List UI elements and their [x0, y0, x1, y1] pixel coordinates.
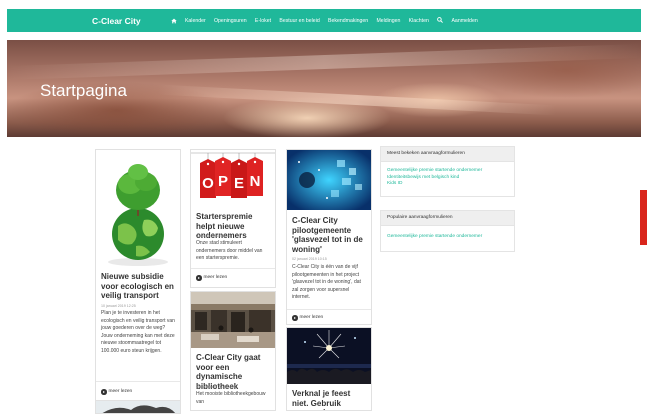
card-description: Onze stad stimuleert ondernemers door mi…	[196, 240, 263, 262]
read-more-link[interactable]: meer lezen	[196, 275, 227, 281]
card-date: 02 januari 2019 10:15	[292, 257, 327, 261]
nav-item-bekendmakingen[interactable]: Bekendmakingen	[328, 18, 368, 24]
card-description: Plan je te investeren in het ecologisch …	[101, 310, 175, 354]
panel-heading: Populaire aanvraagformulieren	[381, 211, 514, 226]
most-viewed-forms-panel: Meest bekeken aanvraagformulieren Gemeen…	[380, 146, 515, 197]
news-card[interactable]: O P E N Starterspremie helpt nieuwe onde…	[190, 149, 276, 288]
card-title[interactable]: C-Clear City pilootgemeente 'glasvezel t…	[292, 216, 368, 254]
svg-text:E: E	[234, 175, 244, 192]
hero-cloud-highlight	[7, 43, 641, 81]
read-more-label: meer lezen	[299, 315, 324, 321]
card-title[interactable]: Nieuwe subsidie voor ecologisch en veili…	[101, 272, 177, 301]
nav-item-e-loket[interactable]: E-loket	[255, 18, 271, 24]
svg-text:P: P	[218, 173, 228, 190]
play-circle-icon	[196, 275, 202, 281]
page-title: Startpagina	[40, 81, 127, 100]
read-more-link[interactable]: meer lezen	[101, 389, 132, 395]
news-card[interactable]: C-Clear City gaat voor een dynamische bi…	[190, 291, 276, 411]
tree-globe-image	[96, 150, 180, 268]
card-footer-divider	[96, 381, 180, 382]
fireworks-crowd-image	[287, 328, 371, 384]
site-brand[interactable]: C-Clear City	[92, 16, 141, 26]
card-description: C-Clear City is één van de vijf pilootge…	[292, 264, 361, 301]
library-interior-image	[191, 292, 275, 348]
nav-item-bestuur-en-beleid[interactable]: Bestuur en beleid	[279, 18, 319, 24]
hero-cloud-highlight	[157, 84, 557, 116]
read-more-link[interactable]: meer lezen	[292, 315, 323, 321]
nav-item-meldingen[interactable]: Meldingen	[376, 18, 400, 24]
popular-forms-panel: Populaire aanvraagformulieren Gemeenteli…	[380, 210, 515, 252]
play-circle-icon	[292, 315, 298, 321]
nav-item-klachten[interactable]: Klachten	[409, 18, 429, 24]
nav-item-kalender[interactable]: Kalender	[185, 18, 206, 24]
form-link[interactable]: Gemeentelijke premie startende onderneme…	[381, 234, 514, 241]
search-icon[interactable]	[437, 16, 444, 25]
card-date: 03 januari 2019 13:00	[196, 234, 231, 238]
svg-text:O: O	[202, 175, 214, 192]
play-circle-icon	[101, 389, 107, 395]
top-navigation: C-Clear City Kalender Openingsuren E-lok…	[7, 9, 641, 32]
feedback-tab[interactable]	[640, 190, 647, 245]
read-more-label: meer lezen	[203, 275, 228, 281]
hero-banner: Startpagina	[7, 40, 641, 137]
panel-heading: Meest bekeken aanvraagformulieren	[381, 147, 514, 162]
tree-branch-image	[102, 405, 176, 413]
card-footer-divider	[287, 309, 371, 310]
card-date: 20 december 2018 14:23	[196, 385, 236, 389]
form-link[interactable]: Kids ID	[381, 181, 514, 188]
card-title[interactable]: Verknal je feest niet. Gebruik vuurwerk	[292, 389, 368, 410]
news-card[interactable]: Nieuwe subsidie voor ecologisch en veili…	[95, 149, 181, 401]
news-card[interactable]: Verknal je feest niet. Gebruik vuurwerk	[286, 327, 372, 411]
news-card-next[interactable]	[95, 400, 181, 414]
card-footer-divider	[191, 268, 275, 269]
card-description: Het mooiste bibliotheekgebouw van	[196, 391, 266, 405]
svg-text:N: N	[250, 173, 261, 190]
digital-network-image	[287, 150, 371, 210]
nav-menu: Kalender Openingsuren E-loket Bestuur en…	[170, 16, 486, 25]
read-more-label: meer lezen	[108, 389, 133, 395]
nav-item-openingsuren[interactable]: Openingsuren	[214, 18, 247, 24]
news-card[interactable]: C-Clear City pilootgemeente 'glasvezel t…	[286, 149, 372, 325]
home-icon[interactable]	[170, 18, 177, 24]
open-tags-image: O P E N	[191, 150, 275, 206]
login-link[interactable]: Aanmelden	[451, 18, 477, 24]
card-date: 10 januari 2019 12:25	[101, 304, 136, 308]
